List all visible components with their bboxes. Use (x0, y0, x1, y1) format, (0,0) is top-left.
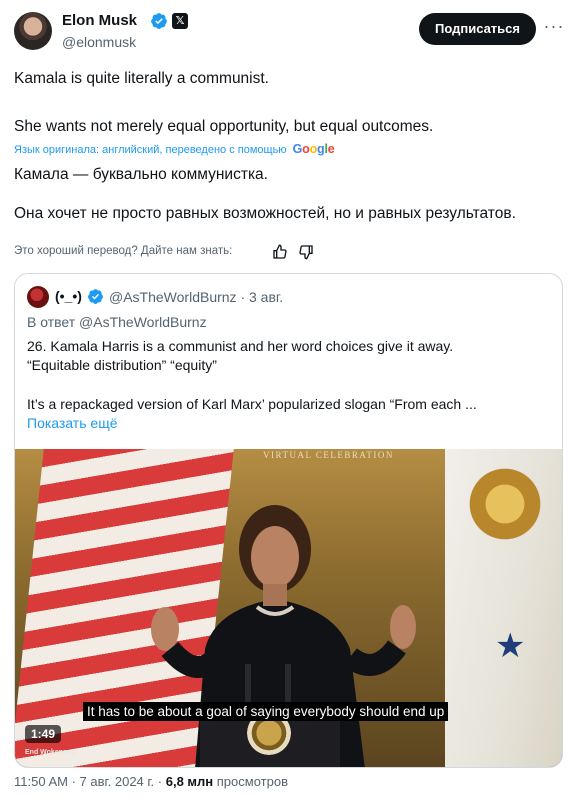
star-icon: ★ (495, 627, 526, 665)
translation-line1: Камала — буквально коммунистка. (14, 166, 268, 183)
thumbs-down-icon[interactable] (298, 244, 314, 260)
tweet-timestamp[interactable]: 11:50 AM · 7 авг. 2024 г. · (14, 774, 166, 789)
video-player[interactable]: ★ VIRTUAL CELEBRATION It has to be about… (15, 449, 562, 767)
author-avatar[interactable] (14, 12, 52, 50)
author-name[interactable]: Elon Musk (62, 12, 137, 29)
quoted-text-line1: 26. Kamala Harris is a communist and her… (27, 338, 454, 354)
verified-badge-icon (151, 13, 167, 29)
quoted-author-avatar[interactable] (27, 286, 49, 308)
view-count: 6,8 млн (165, 774, 214, 789)
more-horizontal-icon[interactable]: ··· (542, 14, 566, 42)
video-caption: It has to be about a goal of saying ever… (83, 702, 449, 721)
thumbs-up-icon[interactable] (272, 244, 288, 260)
view-label: просмотров (213, 774, 288, 789)
quoted-handle-date[interactable]: @AsTheWorldBurnz · 3 авг. (109, 289, 283, 305)
google-logo: Google (292, 142, 335, 156)
show-more-link[interactable]: Показать ещё (27, 415, 118, 431)
video-watermark: End Wokeness (25, 749, 75, 756)
quoted-tweet[interactable]: (•_•) @AsTheWorldBurnz · 3 авг. В ответ … (14, 273, 563, 768)
quoted-author-name[interactable]: (•_•) (55, 288, 82, 304)
tweet-text-line2: She wants not merely equal opportunity, … (14, 118, 434, 135)
translation-line2: Она хочет не просто равных возможностей,… (14, 205, 516, 222)
translation-notice-text: Язык оригинала: английский, переведено с… (14, 144, 287, 156)
x-logo-icon: 𝕏 (172, 13, 188, 29)
reply-to-label: В ответ @AsTheWorldBurnz (27, 314, 207, 330)
quoted-text-line2: “Equitable distribution” “equity” (27, 357, 217, 373)
eagle-emblem-image (460, 459, 550, 549)
tweet-header: Elon Musk 𝕏 @elonmusk Подписаться ··· (0, 0, 576, 64)
verified-badge-icon (88, 289, 103, 304)
translation-feedback-prompt: Это хороший перевод? Дайте нам знать: (14, 245, 233, 257)
translation-notice[interactable]: Язык оригинала: английский, переведено с… (14, 142, 335, 156)
tweet-text-line1: Kamala is quite literally a communist. (14, 70, 269, 87)
video-duration: 1:49 (25, 725, 62, 743)
tweet-meta: 11:50 AM · 7 авг. 2024 г. · 6,8 млн прос… (14, 774, 288, 789)
subscribe-button[interactable]: Подписаться (419, 13, 536, 45)
video-banner-text: VIRTUAL CELEBRATION (263, 450, 394, 460)
author-handle[interactable]: @elonmusk (62, 34, 136, 50)
quoted-text-line3: It’s a repackaged version of Karl Marx’ … (27, 396, 477, 412)
